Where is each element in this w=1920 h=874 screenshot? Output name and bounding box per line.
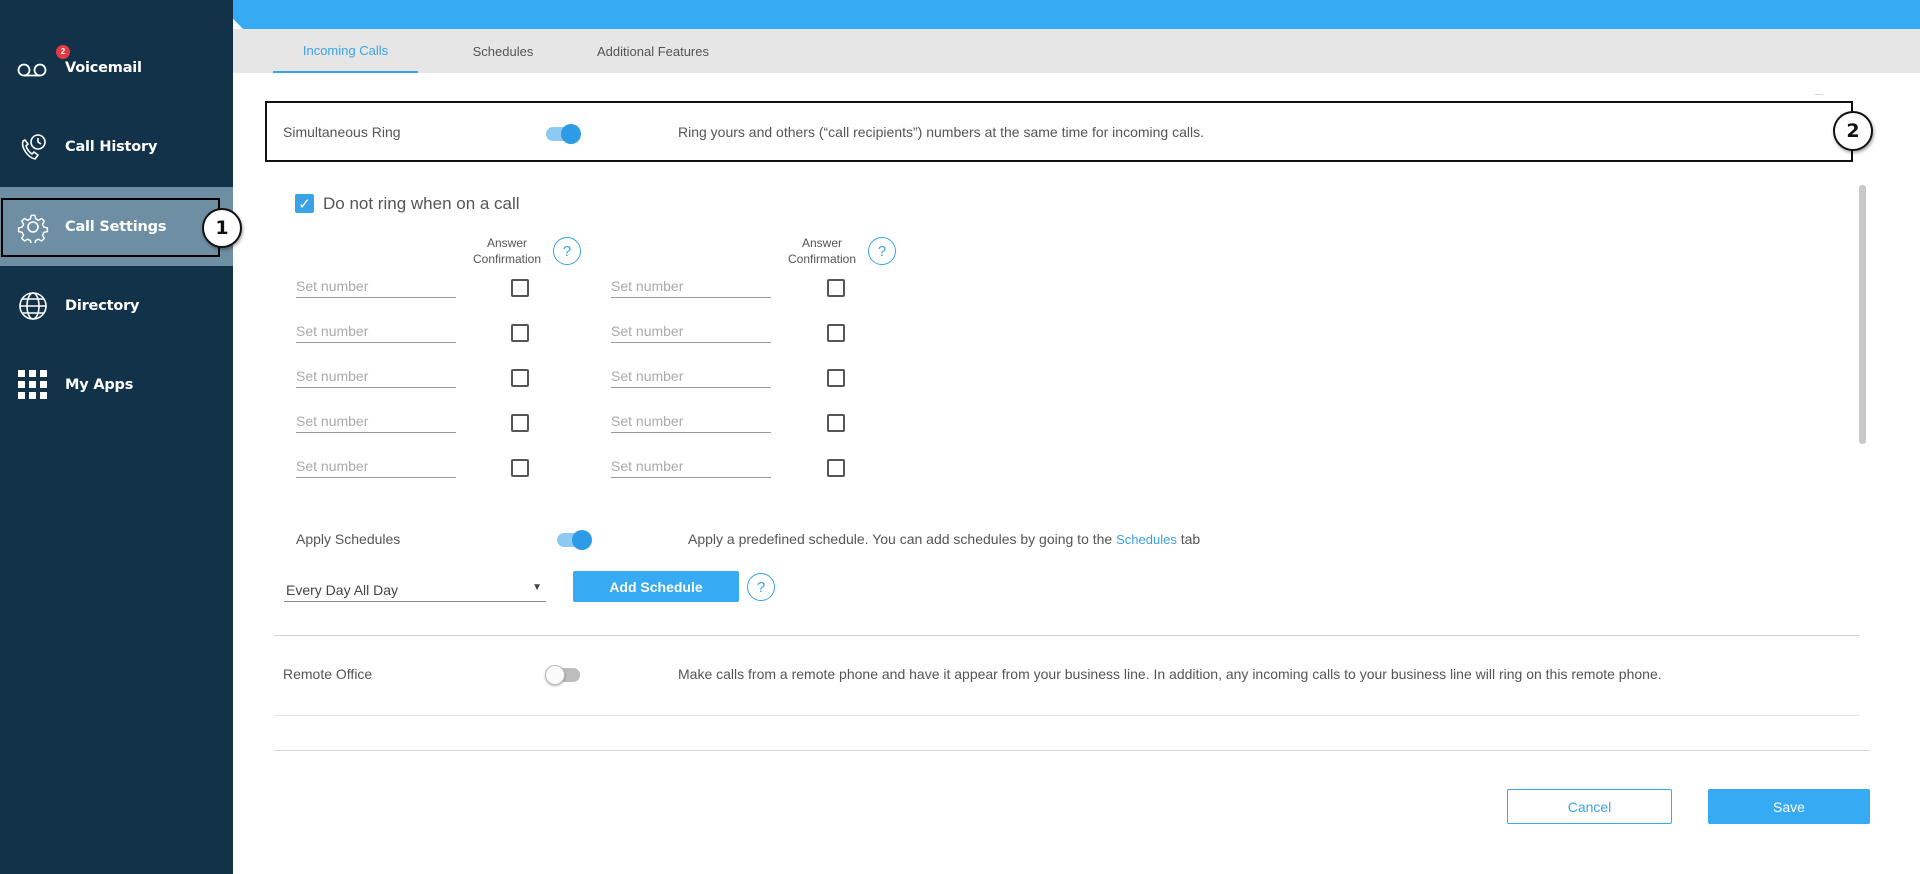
divider: [274, 715, 1860, 716]
sidebar-item-voicemail[interactable]: 2 Voicemail: [0, 28, 233, 107]
voicemail-badge: 2: [56, 44, 70, 59]
gear-icon: [16, 210, 50, 244]
number-input[interactable]: Set number: [611, 413, 771, 433]
answer-confirmation-checkbox[interactable]: [827, 369, 845, 387]
answer-confirmation-checkbox[interactable]: [511, 459, 529, 477]
schedule-select[interactable]: Every Day All Day ▼: [284, 578, 546, 602]
do-not-ring-label: Do not ring when on a call: [323, 194, 520, 213]
schedules-link[interactable]: Schedules: [1116, 532, 1177, 547]
answer-confirmation-checkbox[interactable]: [511, 324, 529, 342]
description-text: tab: [1180, 531, 1201, 547]
apply-schedules-description: Apply a predefined schedule. You can add…: [688, 531, 1200, 547]
description-text: Apply a predefined schedule. You can add…: [688, 531, 1113, 547]
apply-schedules-toggle[interactable]: [557, 530, 592, 550]
remote-office-description: Make calls from a remote phone and have …: [678, 666, 1662, 682]
number-input[interactable]: Set number: [611, 278, 771, 298]
globe-icon: [16, 289, 50, 323]
simultaneous-ring-description: Ring yours and others (“call recipients”…: [678, 124, 1204, 140]
simultaneous-ring-toggle[interactable]: [546, 124, 581, 144]
apps-grid-icon: [16, 368, 50, 402]
answer-confirmation-checkbox[interactable]: [827, 459, 845, 477]
help-icon[interactable]: ?: [553, 237, 581, 265]
number-input[interactable]: Set number: [296, 368, 456, 388]
add-schedule-button[interactable]: Add Schedule: [573, 571, 739, 602]
answer-confirmation-checkbox[interactable]: [827, 279, 845, 297]
sidebar-item-label: Call History: [65, 138, 158, 155]
answer-confirmation-checkbox[interactable]: [827, 414, 845, 432]
simultaneous-ring-label: Simultaneous Ring: [283, 124, 401, 140]
callout-2: 2: [1833, 111, 1873, 151]
tab-schedules[interactable]: Schedules: [448, 29, 558, 73]
callout-1: 1: [202, 208, 242, 248]
checkmark-icon: ✓: [298, 195, 311, 213]
sidebar-item-directory[interactable]: Directory: [0, 266, 233, 345]
divider: [274, 635, 1860, 636]
tab-bar: Incoming Calls Schedules Additional Feat…: [233, 29, 1920, 73]
number-input[interactable]: Set number: [296, 458, 456, 478]
top-accent-bar: [215, 0, 1920, 29]
voicemail-icon: 2: [16, 44, 70, 85]
caret-down-icon: ▼: [532, 582, 542, 593]
answer-confirmation-header: Answer Confirmation: [472, 236, 542, 266]
tab-incoming-calls[interactable]: Incoming Calls: [273, 29, 418, 73]
sidebar-item-label: Directory: [65, 297, 140, 314]
sidebar-item-my-apps[interactable]: My Apps: [0, 345, 233, 424]
answer-confirmation-checkbox[interactable]: [511, 414, 529, 432]
apply-schedules-label: Apply Schedules: [296, 531, 401, 547]
call-history-icon: [16, 130, 50, 164]
sidebar-item-label: Voicemail: [65, 59, 142, 76]
number-input[interactable]: Set number: [296, 323, 456, 343]
sidebar-item-label: My Apps: [65, 376, 134, 393]
remote-office-label: Remote Office: [283, 666, 373, 682]
number-input[interactable]: Set number: [611, 323, 771, 343]
save-button[interactable]: Save: [1708, 789, 1870, 824]
divider: [1815, 94, 1823, 95]
sidebar-item-label: Call Settings: [65, 218, 167, 235]
sidebar: 2 Voicemail Call History Call Settings D…: [0, 0, 233, 874]
divider: [274, 750, 1870, 751]
number-input[interactable]: Set number: [611, 368, 771, 388]
sidebar-item-call-history[interactable]: Call History: [0, 107, 233, 186]
scrollbar[interactable]: [1859, 185, 1866, 444]
toggle-knob: [545, 665, 565, 685]
help-icon[interactable]: ?: [747, 573, 775, 601]
toggle-knob: [572, 530, 592, 550]
toggle-knob: [561, 124, 581, 144]
schedule-select-value: Every Day All Day: [286, 582, 399, 598]
answer-confirmation-checkbox[interactable]: [827, 324, 845, 342]
cancel-button[interactable]: Cancel: [1507, 789, 1672, 824]
number-input[interactable]: Set number: [296, 278, 456, 298]
help-icon[interactable]: ?: [868, 237, 896, 265]
number-input[interactable]: Set number: [611, 458, 771, 478]
sidebar-item-call-settings[interactable]: Call Settings: [0, 187, 233, 266]
answer-confirmation-checkbox[interactable]: [511, 369, 529, 387]
number-input[interactable]: Set number: [296, 413, 456, 433]
answer-confirmation-header: Answer Confirmation: [787, 236, 857, 266]
do-not-ring-checkbox[interactable]: ✓: [295, 194, 314, 213]
answer-confirmation-checkbox[interactable]: [511, 279, 529, 297]
tab-additional-features[interactable]: Additional Features: [573, 29, 733, 73]
remote-office-toggle[interactable]: [545, 665, 580, 685]
